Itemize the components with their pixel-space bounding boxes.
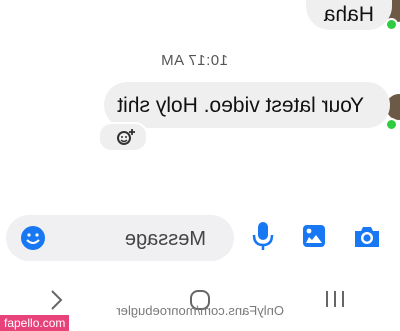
emoji-icon xyxy=(21,226,45,250)
mic-button[interactable] xyxy=(251,220,275,252)
emoji-button[interactable] xyxy=(20,225,46,251)
camera-button[interactable] xyxy=(352,224,382,250)
site-tag: fapello.com xyxy=(0,315,70,331)
mirrored-screen: Haha 10:17 AM Your latest video. Holy sh… xyxy=(0,0,400,331)
watermark: OnlyFans.com/monroebugler xyxy=(116,303,284,318)
image-icon xyxy=(303,225,325,247)
message-text: Haha xyxy=(323,3,374,26)
add-reaction-button[interactable] xyxy=(98,122,148,152)
back-nav-button[interactable] xyxy=(46,288,66,312)
back-nav-icon xyxy=(51,290,63,310)
image-button[interactable] xyxy=(301,223,327,249)
camera-icon xyxy=(355,227,379,247)
mic-icon xyxy=(252,222,274,250)
message-input[interactable]: Message xyxy=(6,215,234,261)
message-bubble[interactable]: Your latest video. Holy shit xyxy=(104,82,390,128)
add-reaction-icon xyxy=(117,129,135,145)
recents-nav-icon xyxy=(326,291,344,307)
message-bubble[interactable]: Haha xyxy=(305,0,392,30)
message-text: Your latest video. Holy shit xyxy=(117,94,364,117)
online-indicator xyxy=(385,118,398,131)
message-timestamp: 10:17 AM xyxy=(160,52,228,69)
message-placeholder: Message xyxy=(124,228,206,250)
recents-nav-button[interactable] xyxy=(322,288,348,310)
